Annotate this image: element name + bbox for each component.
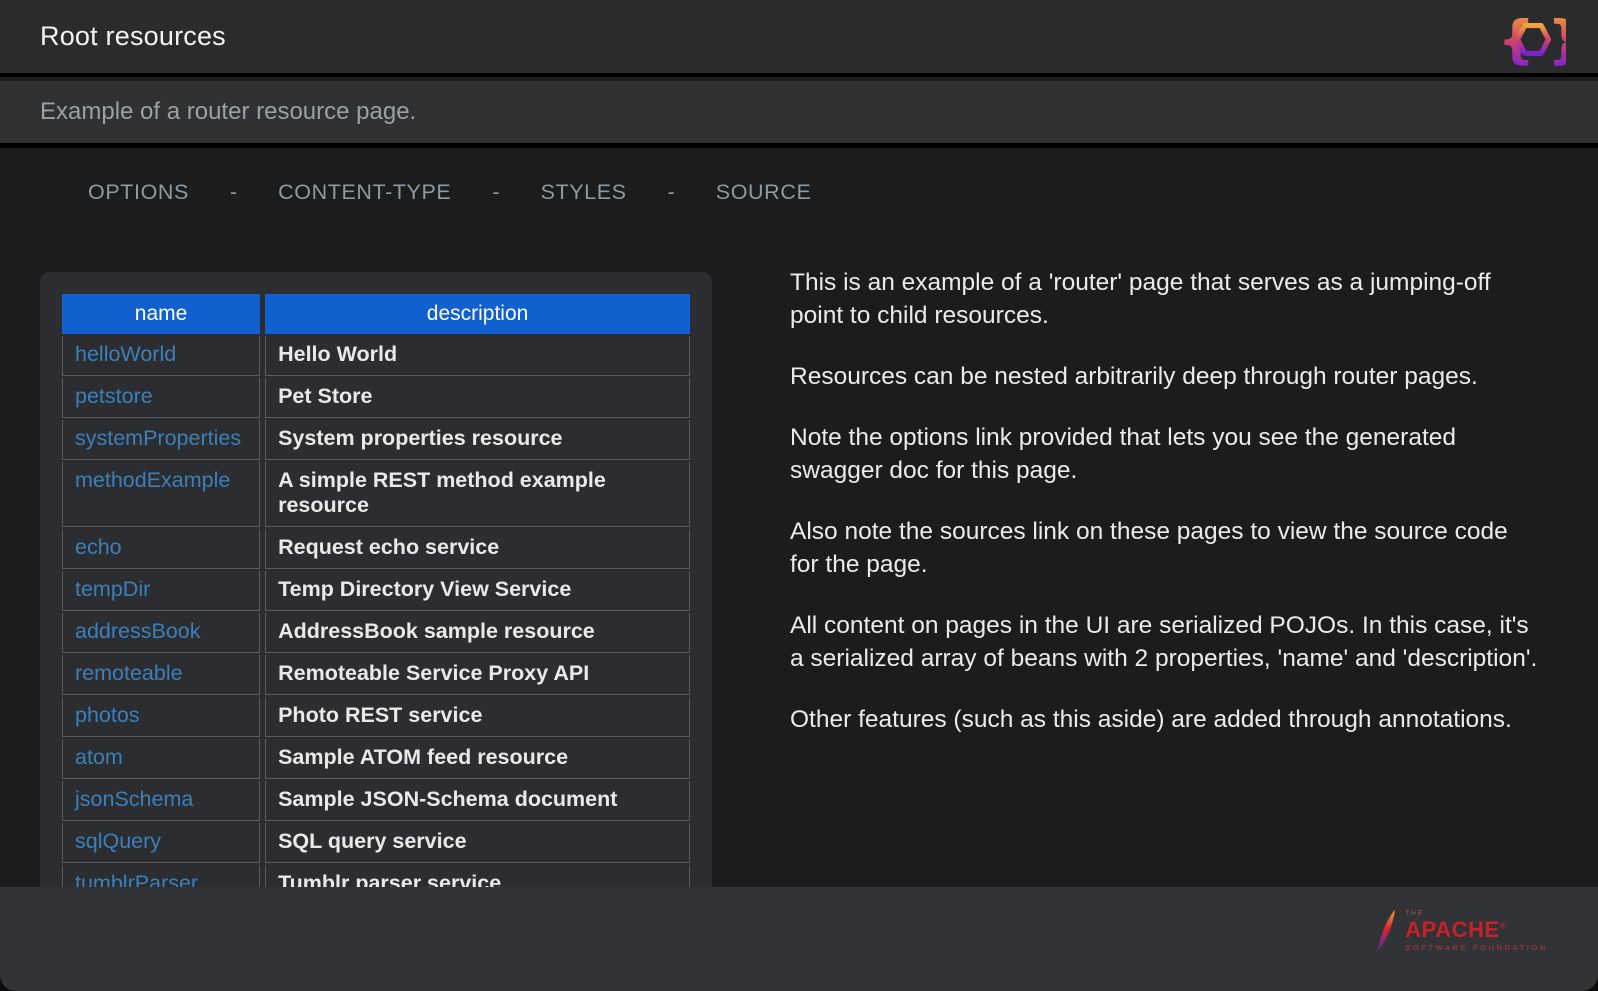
column-header-description: description [265,294,690,334]
resource-description-cell: Remoteable Service Proxy API [265,655,690,695]
aside-paragraph: Also note the sources link on these page… [790,515,1540,581]
aside-paragraph: All content on pages in the UI are seria… [790,609,1540,675]
juneau-logo-icon[interactable]: { } [1500,12,1566,66]
resource-name-link[interactable]: photos [75,703,140,727]
resource-description-cell: Sample ATOM feed resource [265,739,690,779]
resource-name-link[interactable]: tempDir [75,577,150,601]
aside-paragraph: Resources can be nested arbitrarily deep… [790,360,1540,393]
table-header-row: name description [62,294,690,334]
nav-link-options[interactable]: OPTIONS [88,180,189,205]
resource-name-cell: addressBook [62,613,260,653]
resource-name-link[interactable]: systemProperties [75,426,241,450]
resource-name-link[interactable]: helloWorld [75,342,176,366]
resource-description-cell: Hello World [265,336,690,376]
resource-name-link[interactable]: atom [75,745,123,769]
nav-separator: - [668,180,675,205]
resource-table-body: helloWorld Hello World petstore Pet Stor… [62,336,690,905]
resource-description-cell: A simple REST method example resource [265,462,690,527]
resource-name-link[interactable]: petstore [75,384,153,408]
resource-name-link[interactable]: remoteable [75,661,183,685]
table-row: methodExample A simple REST method examp… [62,462,690,527]
resource-name-cell: petstore [62,378,260,418]
resource-table-panel: name description helloWorld Hello World … [40,272,712,937]
resource-description-cell: Temp Directory View Service [265,571,690,611]
nav-link-styles[interactable]: STYLES [541,180,627,205]
resource-name-cell: atom [62,739,260,779]
table-row: sqlQuery SQL query service [62,823,690,863]
apache-software-foundation-logo[interactable]: THE APACHE® SOFTWARE FOUNDATION [1376,903,1548,959]
resource-name-cell: helloWorld [62,336,260,376]
apache-name-label: APACHE® [1405,919,1548,941]
juneau-root-resources-page: Root resources { } Example of a router r… [0,0,1598,991]
table-row: echo Request echo service [62,529,690,569]
aside-paragraph: This is an example of a 'router' page th… [790,266,1540,332]
apache-the-label: THE [1405,910,1548,917]
table-row: jsonSchema Sample JSON-Schema document [62,781,690,821]
resource-name-link[interactable]: jsonSchema [75,787,193,811]
nav-separator: - [230,180,237,205]
resource-description-cell: Request echo service [265,529,690,569]
table-row: atom Sample ATOM feed resource [62,739,690,779]
nav-separator: - [492,180,499,205]
apache-feather-icon [1376,903,1398,959]
aside-paragraph: Other features (such as this aside) are … [790,703,1540,736]
resource-name-link[interactable]: echo [75,535,122,559]
apache-subtitle-label: SOFTWARE FOUNDATION [1405,944,1548,952]
resource-name-cell: methodExample [62,462,260,527]
resource-name-cell: tempDir [62,571,260,611]
page-description: Example of a router resource page. [40,98,416,126]
footer-bar: THE APACHE® SOFTWARE FOUNDATION [0,887,1598,991]
page-title: Root resources [40,21,226,52]
header-bar: Root resources { } [0,0,1598,77]
table-row: remoteable Remoteable Service Proxy API [62,655,690,695]
resource-table: name description helloWorld Hello World … [57,292,695,907]
resource-description-cell: Pet Store [265,378,690,418]
resource-name-link[interactable]: methodExample [75,468,230,492]
resource-name-cell: remoteable [62,655,260,695]
table-row: petstore Pet Store [62,378,690,418]
resource-name-cell: echo [62,529,260,569]
resource-description-cell: Photo REST service [265,697,690,737]
resource-nav: OPTIONS - CONTENT-TYPE - STYLES - SOURCE [88,180,811,205]
table-row: helloWorld Hello World [62,336,690,376]
table-row: tempDir Temp Directory View Service [62,571,690,611]
apache-wordmark: THE APACHE® SOFTWARE FOUNDATION [1405,910,1548,952]
nav-link-source[interactable]: SOURCE [716,180,812,205]
svg-text:}: } [1547,12,1566,66]
resource-description-cell: SQL query service [265,823,690,863]
resource-name-link[interactable]: sqlQuery [75,829,161,853]
resource-name-cell: photos [62,697,260,737]
aside-panel: This is an example of a 'router' page th… [790,266,1540,764]
resource-description-cell: AddressBook sample resource [265,613,690,653]
nav-link-content-type[interactable]: CONTENT-TYPE [278,180,451,205]
registered-mark: ® [1500,922,1506,931]
resource-name-cell: jsonSchema [62,781,260,821]
resource-description-cell: Sample JSON-Schema document [265,781,690,821]
aside-paragraph: Note the options link provided that lets… [790,421,1540,487]
resource-name-link[interactable]: addressBook [75,619,201,643]
description-bar: Example of a router resource page. [0,81,1598,148]
resource-name-cell: sqlQuery [62,823,260,863]
resource-name-cell: systemProperties [62,420,260,460]
table-row: addressBook AddressBook sample resource [62,613,690,653]
table-row: systemProperties System properties resou… [62,420,690,460]
table-row: photos Photo REST service [62,697,690,737]
resource-description-cell: System properties resource [265,420,690,460]
column-header-name: name [62,294,260,334]
